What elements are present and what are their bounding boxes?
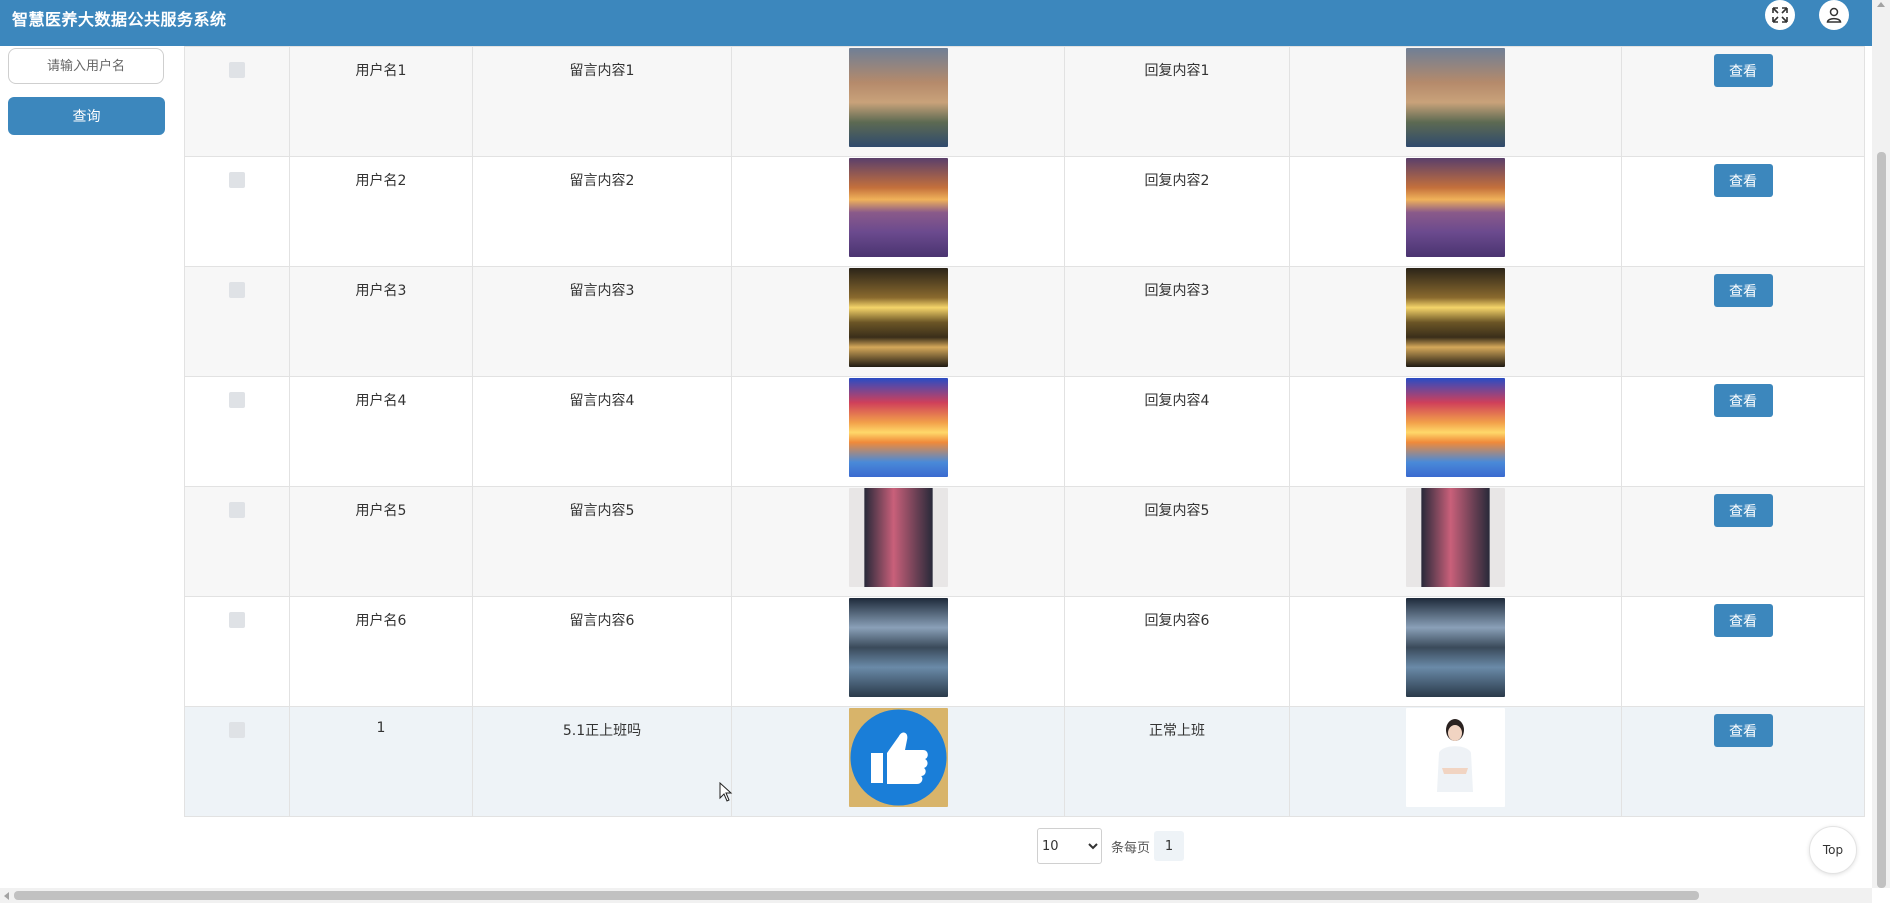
username-cell: 用户名4: [355, 393, 407, 409]
coastal-village-photo: [848, 48, 948, 147]
message-cell: 留言内容4: [569, 393, 635, 409]
framed-cloud-art-photo: [848, 488, 948, 587]
reply-cell: 正常上班: [1149, 723, 1205, 739]
table-row: 1 5.1正上班吗 正常上班 查看: [184, 706, 1865, 817]
row-checkbox[interactable]: [229, 392, 245, 408]
row-checkbox[interactable]: [229, 172, 245, 188]
message-cell: 留言内容3: [569, 283, 635, 299]
username-cell: 用户名2: [355, 173, 407, 189]
per-page-label: 条每页: [1111, 840, 1151, 856]
username-cell: 用户名1: [355, 63, 407, 79]
sidebar: [0, 46, 176, 888]
view-button[interactable]: 查看: [1713, 604, 1773, 637]
view-button[interactable]: 查看: [1713, 714, 1773, 747]
row-checkbox[interactable]: [229, 282, 245, 298]
beach-sunset-photo: [848, 268, 948, 367]
query-button[interactable]: 查询: [8, 97, 165, 135]
dolphin-sunset-photo: [848, 378, 948, 477]
lavender-field-sunset-photo: [848, 158, 948, 257]
username-cell: 用户名6: [355, 613, 407, 629]
table-row: 用户名3 留言内容3 回复内容3 查看: [184, 266, 1865, 377]
fullscreen-icon[interactable]: [1765, 0, 1795, 30]
mountain-river-photo: [848, 598, 948, 697]
horizontal-scrollbar-thumb[interactable]: [14, 891, 1699, 900]
row-checkbox[interactable]: [229, 722, 245, 738]
vertical-scrollbar[interactable]: [1872, 0, 1890, 888]
user-icon[interactable]: [1819, 0, 1849, 30]
reply-cell: 回复内容6: [1144, 613, 1210, 629]
username-cell: 1: [376, 720, 386, 736]
dolphin-sunset-photo: [1406, 378, 1505, 477]
coastal-village-photo: [1406, 48, 1505, 147]
top-header: 智慧医养大数据公共服务系统: [0, 0, 1872, 46]
page-size-select[interactable]: 10: [1037, 828, 1102, 864]
mouse-cursor-icon: [719, 782, 733, 802]
row-checkbox[interactable]: [229, 62, 245, 78]
reply-cell: 回复内容5: [1144, 503, 1210, 519]
view-button[interactable]: 查看: [1713, 164, 1773, 197]
message-cell: 5.1正上班吗: [562, 723, 642, 739]
view-button[interactable]: 查看: [1713, 54, 1773, 87]
table-row: 用户名6 留言内容6 回复内容6 查看: [184, 596, 1865, 707]
app-title: 智慧医养大数据公共服务系统: [12, 10, 227, 29]
message-cell: 留言内容6: [569, 613, 635, 629]
nurse-photo: [1406, 708, 1505, 807]
scroll-up-arrow-icon[interactable]: [1877, 2, 1885, 7]
reply-cell: 回复内容1: [1144, 63, 1210, 79]
page-number-button[interactable]: 1: [1154, 831, 1185, 861]
vertical-scrollbar-thumb[interactable]: [1877, 152, 1886, 888]
row-checkbox[interactable]: [229, 612, 245, 628]
back-to-top-button[interactable]: Top: [1809, 826, 1857, 874]
username-search-input[interactable]: [8, 48, 164, 84]
message-table: 用户名1 留言内容1 回复内容1 查看 用户名2 留言内容2 回复内容2 查看 …: [184, 46, 1865, 817]
table-row: 用户名4 留言内容4 回复内容4 查看: [184, 376, 1865, 487]
username-cell: 用户名5: [355, 503, 407, 519]
lavender-field-sunset-photo: [1406, 158, 1505, 257]
horizontal-scrollbar[interactable]: [0, 888, 1872, 903]
row-checkbox[interactable]: [229, 502, 245, 518]
message-cell: 留言内容5: [569, 503, 635, 519]
pagination: 10 条每页 1: [1037, 828, 1185, 864]
beach-sunset-photo: [1406, 268, 1505, 367]
view-button[interactable]: 查看: [1713, 494, 1773, 527]
mountain-river-photo: [1406, 598, 1505, 697]
reply-cell: 回复内容3: [1144, 283, 1210, 299]
table-row: 用户名1 留言内容1 回复内容1 查看: [184, 46, 1865, 157]
reply-cell: 回复内容4: [1144, 393, 1210, 409]
thumbs-up-image: [848, 708, 948, 807]
reply-cell: 回复内容2: [1144, 173, 1210, 189]
table-row: 用户名5 留言内容5 回复内容5 查看: [184, 486, 1865, 597]
view-button[interactable]: 查看: [1713, 274, 1773, 307]
scroll-left-arrow-icon[interactable]: [4, 892, 9, 900]
view-button[interactable]: 查看: [1713, 384, 1773, 417]
framed-cloud-art-photo: [1406, 488, 1505, 587]
username-cell: 用户名3: [355, 283, 407, 299]
table-row: 用户名2 留言内容2 回复内容2 查看: [184, 156, 1865, 267]
message-cell: 留言内容1: [569, 63, 635, 79]
message-cell: 留言内容2: [569, 173, 635, 189]
